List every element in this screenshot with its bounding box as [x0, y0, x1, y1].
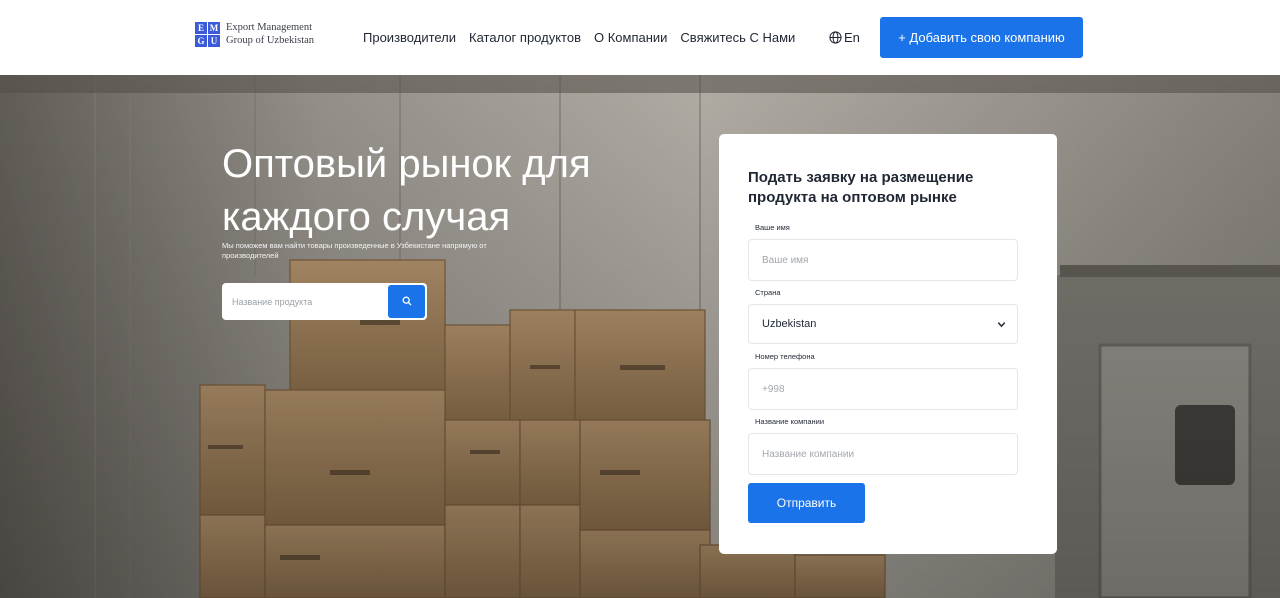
product-search-input[interactable]: [222, 283, 385, 320]
globe-icon: [829, 31, 842, 44]
logo-mark: E M G U: [195, 22, 220, 47]
hero-subtitle: Мы поможем вам найти товары произведенны…: [222, 241, 487, 260]
product-search: [222, 283, 427, 320]
phone-input[interactable]: [748, 368, 1018, 410]
name-label: Ваше имя: [755, 223, 790, 232]
logo-line-2: Group of Uzbekistan: [226, 34, 315, 46]
search-button[interactable]: [388, 285, 425, 318]
country-value: Uzbekistan: [762, 318, 817, 330]
company-input[interactable]: [748, 433, 1018, 475]
main-nav: Производители Каталог продуктов О Компан…: [363, 30, 795, 45]
language-label: En: [844, 30, 860, 45]
nav-link-about[interactable]: О Компании: [594, 30, 667, 45]
logo-letter: G: [195, 35, 207, 47]
phone-label: Номер телефона: [755, 352, 815, 361]
logo-line-1: Export Management: [226, 22, 313, 33]
hero-section: Оптовый рынок для каждого случая Мы помо…: [0, 75, 1280, 598]
hero-title: Оптовый рынок для каждого случая: [222, 142, 591, 239]
search-icon: [402, 293, 412, 311]
nav-link-contact[interactable]: Свяжитесь С Нами: [680, 30, 795, 45]
nav-link-catalog[interactable]: Каталог продуктов: [469, 30, 581, 45]
logo-text: Export Management Group of Uzbekistan: [226, 22, 314, 47]
logo-letter: M: [208, 22, 220, 34]
listing-request-form: Подать заявку на размещение продукта на …: [719, 134, 1057, 554]
company-label: Название компании: [755, 417, 825, 426]
name-input[interactable]: [748, 239, 1018, 281]
language-switcher[interactable]: En: [829, 30, 860, 45]
company-logo[interactable]: E M G U Export Management Group of Uzbek…: [195, 22, 314, 47]
nav-link-manufacturers[interactable]: Производители: [363, 30, 456, 45]
top-header: E M G U Export Management Group of Uzbek…: [0, 0, 1280, 75]
logo-letter: E: [195, 22, 207, 34]
form-title: Подать заявку на размещение продукта на …: [748, 169, 974, 206]
add-company-button[interactable]: + Добавить свою компанию: [880, 17, 1083, 58]
submit-button[interactable]: Отправить: [748, 483, 865, 523]
country-label: Страна: [755, 288, 781, 297]
logo-letter: U: [208, 35, 220, 47]
chevron-down-icon: [996, 319, 1007, 333]
country-select[interactable]: Uzbekistan: [748, 304, 1018, 344]
